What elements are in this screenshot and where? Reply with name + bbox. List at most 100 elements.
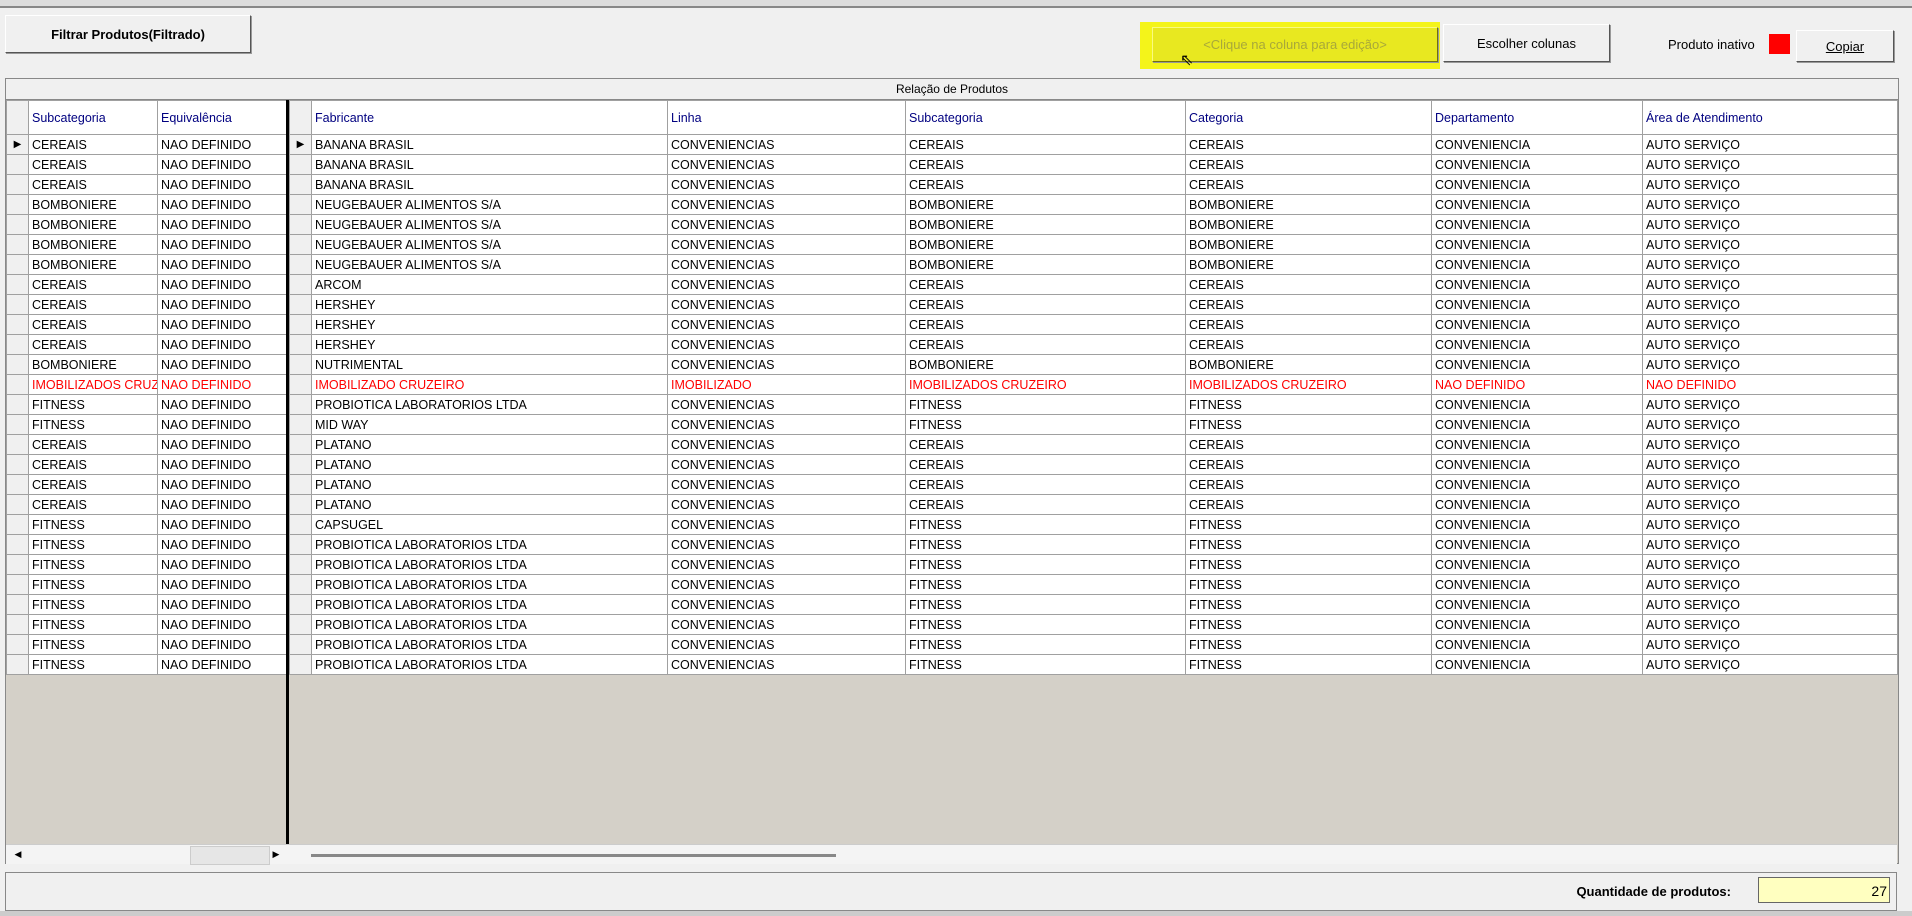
table-row[interactable]: FITNESS NAO DEFINIDO (6, 654, 287, 675)
edit-column-hint-button[interactable]: <Clique na coluna para edição> (1152, 27, 1438, 62)
table-cell[interactable]: FITNESS (1185, 394, 1432, 415)
table-cell[interactable]: CONVENIENCIA (1431, 554, 1643, 575)
column-header-area-atendimento[interactable]: Área de Atendimento (1642, 100, 1898, 135)
table-cell[interactable]: NAO DEFINIDO (157, 454, 287, 475)
table-cell[interactable]: CONVENIENCIAS (667, 274, 906, 295)
table-cell[interactable]: NAO DEFINIDO (157, 374, 287, 395)
column-header-categoria[interactable]: Categoria (1185, 100, 1432, 135)
table-cell[interactable]: CAPSUGEL (311, 514, 668, 535)
table-cell[interactable]: CEREAIS (905, 434, 1186, 455)
table-cell[interactable]: CONVENIENCIAS (667, 254, 906, 275)
table-cell[interactable]: FITNESS (905, 514, 1186, 535)
table-cell[interactable]: AUTO SERVIÇO (1642, 614, 1898, 635)
table-cell[interactable]: AUTO SERVIÇO (1642, 134, 1898, 155)
table-cell[interactable]: CEREAIS (28, 474, 158, 495)
row-indicator[interactable] (289, 454, 312, 475)
row-indicator[interactable] (6, 394, 29, 415)
table-cell[interactable]: FITNESS (1185, 514, 1432, 535)
table-cell[interactable]: FITNESS (905, 614, 1186, 635)
table-row[interactable]: CEREAIS NAO DEFINIDO (6, 494, 287, 515)
table-row[interactable]: FITNESS NAO DEFINIDO (6, 394, 287, 415)
table-cell[interactable]: CONVENIENCIA (1431, 434, 1643, 455)
table-cell[interactable]: CONVENIENCIAS (667, 154, 906, 175)
table-cell[interactable]: FITNESS (905, 554, 1186, 575)
table-cell[interactable]: BOMBONIERE (28, 354, 158, 375)
table-cell[interactable]: BOMBONIERE (28, 254, 158, 275)
table-row[interactable]: BOMBONIERE NAO DEFINIDO (6, 194, 287, 215)
table-cell[interactable]: CONVENIENCIA (1431, 354, 1643, 375)
row-indicator[interactable] (289, 394, 312, 415)
table-cell[interactable]: NAO DEFINIDO (157, 134, 287, 155)
row-indicator[interactable] (289, 334, 312, 355)
column-header-subcategoria[interactable]: Subcategoria (905, 100, 1186, 135)
table-row[interactable]: PLATANO CONVENIENCIAS CEREAIS CEREAIS CONVEN… (289, 434, 1898, 455)
row-indicator[interactable] (6, 234, 29, 255)
table-row[interactable]: BOMBONIERE NAO DEFINIDO (6, 214, 287, 235)
table-cell[interactable]: CONVENIENCIAS (667, 294, 906, 315)
table-cell[interactable]: CEREAIS (28, 134, 158, 155)
table-cell[interactable]: NAO DEFINIDO (157, 394, 287, 415)
table-row[interactable]: NEUGEBAUER ALIMENTOS S/A CONVENIENCIAS BOM… (289, 254, 1898, 275)
table-cell[interactable]: FITNESS (905, 414, 1186, 435)
table-cell[interactable]: IMOBILIZADOS CRUZEIRO (905, 374, 1186, 395)
copy-button[interactable]: Copiar (1796, 30, 1894, 62)
table-cell[interactable]: AUTO SERVIÇO (1642, 434, 1898, 455)
table-cell[interactable]: AUTO SERVIÇO (1642, 174, 1898, 195)
table-cell[interactable]: CONVENIENCIAS (667, 234, 906, 255)
row-indicator[interactable] (289, 314, 312, 335)
table-cell[interactable]: FITNESS (905, 574, 1186, 595)
table-row[interactable]: FITNESS NAO DEFINIDO (6, 554, 287, 575)
table-cell[interactable]: PLATANO (311, 494, 668, 515)
row-indicator[interactable] (6, 614, 29, 635)
table-cell[interactable]: CONVENIENCIA (1431, 454, 1643, 475)
table-cell[interactable]: NAO DEFINIDO (157, 214, 287, 235)
table-cell[interactable]: FITNESS (1185, 534, 1432, 555)
table-cell[interactable]: CONVENIENCIAS (667, 654, 906, 675)
table-row[interactable]: BOMBONIERE NAO DEFINIDO (6, 234, 287, 255)
table-row[interactable]: PLATANO CONVENIENCIAS CEREAIS CEREAIS CONVEN… (289, 454, 1898, 475)
table-row[interactable]: CAPSUGEL CONVENIENCIAS FITNESS FITNESS CONVE… (289, 514, 1898, 535)
table-cell[interactable]: NUTRIMENTAL (311, 354, 668, 375)
table-cell[interactable]: BANANA BRASIL (311, 154, 668, 175)
row-indicator[interactable] (6, 634, 29, 655)
table-row[interactable]: FITNESS NAO DEFINIDO (6, 414, 287, 435)
table-cell[interactable]: CONVENIENCIA (1431, 334, 1643, 355)
table-cell[interactable]: BOMBONIERE (905, 194, 1186, 215)
row-indicator[interactable] (289, 214, 312, 235)
table-cell[interactable]: CEREAIS (905, 274, 1186, 295)
table-cell[interactable]: AUTO SERVIÇO (1642, 494, 1898, 515)
table-cell[interactable]: AUTO SERVIÇO (1642, 154, 1898, 175)
table-cell[interactable]: PROBIOTICA LABORATORIOS LTDA (311, 654, 668, 675)
table-cell[interactable]: BOMBONIERE (905, 234, 1186, 255)
table-cell[interactable]: CONVENIENCIAS (667, 534, 906, 555)
table-row[interactable]: HERSHEY CONVENIENCIAS CEREAIS CEREAIS CONVEN… (289, 294, 1898, 315)
table-row[interactable]: FITNESS NAO DEFINIDO (6, 634, 287, 655)
table-cell[interactable]: CEREAIS (1185, 314, 1432, 335)
table-cell[interactable]: CEREAIS (905, 294, 1186, 315)
table-cell[interactable]: CEREAIS (1185, 134, 1432, 155)
table-cell[interactable]: FITNESS (28, 594, 158, 615)
table-cell[interactable]: CONVENIENCIAS (667, 354, 906, 375)
table-cell[interactable]: NAO DEFINIDO (157, 414, 287, 435)
table-cell[interactable]: BANANA BRASIL (311, 174, 668, 195)
table-cell[interactable]: CONVENIENCIAS (667, 134, 906, 155)
table-cell[interactable]: PROBIOTICA LABORATORIOS LTDA (311, 534, 668, 555)
row-indicator[interactable] (6, 474, 29, 495)
table-cell[interactable]: AUTO SERVIÇO (1642, 254, 1898, 275)
table-cell[interactable]: CONVENIENCIAS (667, 574, 906, 595)
row-indicator[interactable] (289, 474, 312, 495)
table-row[interactable]: CEREAIS NAO DEFINIDO (6, 174, 287, 195)
table-cell[interactable]: AUTO SERVIÇO (1642, 534, 1898, 555)
table-cell[interactable]: CEREAIS (1185, 334, 1432, 355)
row-indicator[interactable] (289, 154, 312, 175)
row-indicator[interactable] (289, 234, 312, 255)
table-row[interactable]: CEREAIS NAO DEFINIDO (6, 454, 287, 475)
table-cell[interactable]: NAO DEFINIDO (157, 594, 287, 615)
table-cell[interactable]: FITNESS (1185, 414, 1432, 435)
table-cell[interactable]: NAO DEFINIDO (157, 514, 287, 535)
column-header-linha[interactable]: Linha (667, 100, 906, 135)
table-cell[interactable]: PROBIOTICA LABORATORIOS LTDA (311, 614, 668, 635)
table-cell[interactable]: NAO DEFINIDO (157, 554, 287, 575)
row-indicator[interactable] (289, 174, 312, 195)
current-row-indicator-icon[interactable]: ▶ (289, 134, 312, 155)
